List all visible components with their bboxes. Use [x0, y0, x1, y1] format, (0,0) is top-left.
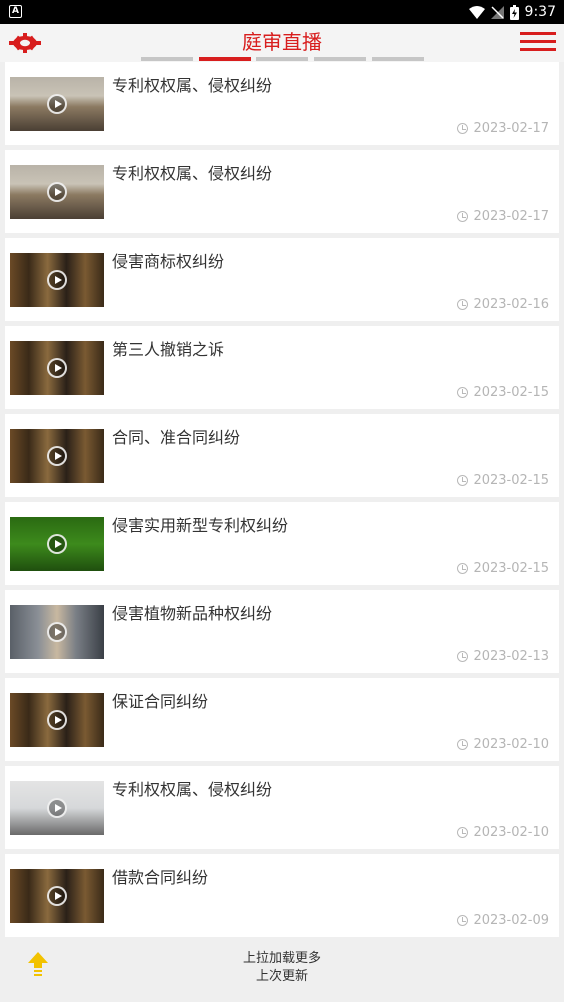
page-title: 庭审直播 — [242, 30, 322, 54]
case-title: 侵害实用新型专利权纠纷 — [112, 516, 289, 535]
play-icon[interactable] — [47, 358, 67, 378]
case-title: 专利权权属、侵权纠纷 — [112, 76, 273, 95]
video-thumbnail[interactable] — [10, 517, 104, 571]
play-icon[interactable] — [47, 710, 67, 730]
clock-icon — [457, 299, 469, 310]
last-updated-text: 上次更新 — [255, 969, 308, 984]
tab-indicator-3[interactable] — [256, 57, 308, 61]
list-item[interactable]: 专利权权属、侵权纠纷 2023-02-17 — [5, 62, 559, 145]
case-date: 2023-02-15 — [457, 473, 549, 488]
app-badge-icon: A — [9, 5, 22, 18]
play-icon[interactable] — [47, 886, 67, 906]
case-title: 侵害商标权纠纷 — [112, 252, 225, 271]
tab-indicator-4[interactable] — [314, 57, 366, 61]
case-title: 第三人撤销之诉 — [112, 340, 225, 359]
list-item[interactable]: 第三人撤销之诉 2023-02-15 — [5, 326, 559, 409]
play-icon[interactable] — [47, 534, 67, 554]
date-text: 2023-02-17 — [473, 209, 549, 224]
list-item[interactable]: 侵害商标权纠纷 2023-02-16 — [5, 238, 559, 321]
case-title: 借款合同纠纷 — [112, 868, 209, 887]
date-text: 2023-02-09 — [473, 913, 549, 928]
list-item[interactable]: 合同、准合同纠纷 2023-02-15 — [5, 414, 559, 497]
case-title: 侵害植物新品种权纠纷 — [112, 604, 273, 623]
play-icon[interactable] — [47, 798, 67, 818]
play-icon[interactable] — [47, 622, 67, 642]
case-title: 保证合同纠纷 — [112, 692, 209, 711]
case-title: 合同、准合同纠纷 — [112, 428, 241, 447]
list-item[interactable]: 侵害植物新品种权纠纷 2023-02-13 — [5, 590, 559, 673]
case-title: 专利权权属、侵权纠纷 — [112, 780, 273, 799]
clock-icon — [457, 563, 469, 574]
clock-icon — [457, 475, 469, 486]
play-icon[interactable] — [47, 270, 67, 290]
load-more-text: 上拉加载更多 — [242, 951, 321, 966]
date-text: 2023-02-15 — [473, 561, 549, 576]
menu-icon[interactable] — [520, 32, 556, 54]
status-icons: 9:37 — [468, 2, 556, 22]
wifi-icon — [468, 5, 485, 19]
load-more-footer: 上拉加载更多 上次更新 — [0, 940, 564, 1002]
tab-indicator-1[interactable] — [141, 57, 193, 61]
video-thumbnail[interactable] — [10, 429, 104, 483]
video-thumbnail[interactable] — [10, 605, 104, 659]
list-item[interactable]: 专利权权属、侵权纠纷 2023-02-10 — [5, 766, 559, 849]
status-bar: A 9:37 — [0, 0, 564, 24]
video-thumbnail[interactable] — [10, 165, 104, 219]
case-date: 2023-02-13 — [457, 649, 549, 664]
tab-indicator-active[interactable] — [199, 57, 251, 61]
video-thumbnail[interactable] — [10, 781, 104, 835]
tab-indicator-5[interactable] — [372, 57, 424, 61]
video-thumbnail[interactable] — [10, 77, 104, 131]
case-date: 2023-02-16 — [457, 297, 549, 312]
list-item[interactable]: 侵害实用新型专利权纠纷 2023-02-15 — [5, 502, 559, 585]
case-date: 2023-02-17 — [457, 209, 549, 224]
clock-time: 9:37 — [524, 4, 556, 20]
date-text: 2023-02-17 — [473, 121, 549, 136]
date-text: 2023-02-10 — [473, 737, 549, 752]
date-text: 2023-02-10 — [473, 825, 549, 840]
list-item[interactable]: 借款合同纠纷 2023-02-09 — [5, 854, 559, 937]
video-thumbnail[interactable] — [10, 341, 104, 395]
play-icon[interactable] — [47, 182, 67, 202]
video-thumbnail[interactable] — [10, 693, 104, 747]
list-item[interactable]: 保证合同纠纷 2023-02-10 — [5, 678, 559, 761]
list-item[interactable]: 专利权权属、侵权纠纷 2023-02-17 — [5, 150, 559, 233]
hearing-list: 专利权权属、侵权纠纷 2023-02-17 专利权权属、侵权纠纷 2023-02-17… — [5, 62, 559, 942]
clock-icon — [457, 739, 469, 750]
no-signal-icon — [490, 5, 504, 19]
date-text: 2023-02-13 — [473, 649, 549, 664]
case-title: 专利权权属、侵权纠纷 — [112, 164, 273, 183]
case-date: 2023-02-17 — [457, 121, 549, 136]
video-thumbnail[interactable] — [10, 253, 104, 307]
play-icon[interactable] — [47, 94, 67, 114]
case-date: 2023-02-15 — [457, 385, 549, 400]
date-text: 2023-02-16 — [473, 297, 549, 312]
play-icon[interactable] — [47, 446, 67, 466]
clock-icon — [457, 651, 469, 662]
clock-icon — [457, 387, 469, 398]
case-date: 2023-02-09 — [457, 913, 549, 928]
clock-icon — [457, 123, 469, 134]
date-text: 2023-02-15 — [473, 385, 549, 400]
clock-icon — [457, 915, 469, 926]
date-text: 2023-02-15 — [473, 473, 549, 488]
case-date: 2023-02-10 — [457, 825, 549, 840]
case-date: 2023-02-10 — [457, 737, 549, 752]
clock-icon — [457, 211, 469, 222]
video-thumbnail[interactable] — [10, 869, 104, 923]
case-date: 2023-02-15 — [457, 561, 549, 576]
battery-icon — [509, 4, 519, 20]
clock-icon — [457, 827, 469, 838]
